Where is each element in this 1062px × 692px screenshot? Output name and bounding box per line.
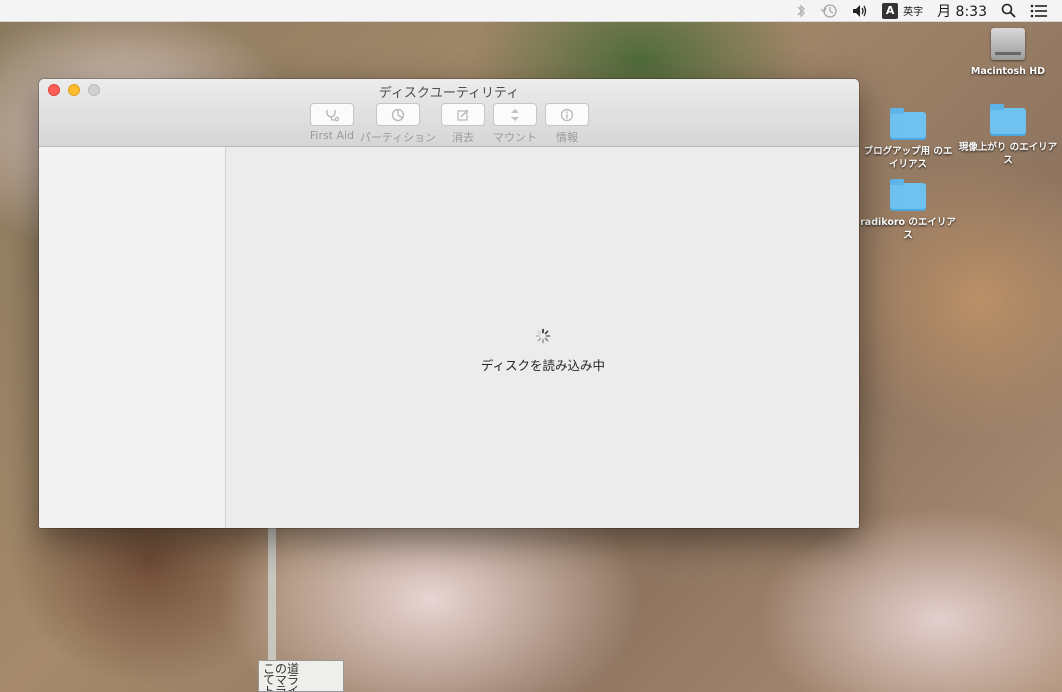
menu-bar: A 英字 月 8:33 — [0, 0, 1062, 22]
desktop-icon-label: 現像上がり のエイリアス — [958, 142, 1058, 166]
erase-icon — [441, 103, 485, 126]
main-content: ディスクを読み込み中 — [227, 147, 859, 528]
disk-utility-window: ディスクユーティリティ First Aid パーティション 消去 マウント 情報… — [39, 79, 859, 528]
toolbar-label: 情報 — [556, 131, 578, 144]
time-machine-icon[interactable] — [820, 0, 838, 22]
toolbar: First Aid パーティション 消去 マウント 情報 — [39, 103, 859, 145]
desktop-icon-radikoro-alias[interactable]: radikoro のエイリアス — [860, 179, 956, 242]
erase-button[interactable]: 消去 — [441, 103, 485, 145]
search-icon[interactable] — [1001, 0, 1016, 22]
desktop-icon-label: Macintosh HD — [970, 66, 1046, 77]
input-source-menu[interactable]: A 英字 — [882, 0, 923, 22]
desktop-icon-label: radikoro のエイリアス — [860, 217, 956, 241]
stethoscope-icon — [310, 103, 354, 126]
sidebar[interactable] — [39, 147, 226, 528]
partition-button[interactable]: パーティション — [357, 103, 439, 145]
folder-icon — [890, 179, 926, 211]
info-button[interactable]: 情報 — [545, 103, 589, 145]
window-title: ディスクユーティリティ — [378, 86, 520, 101]
menubar-clock[interactable]: 月 8:33 — [937, 0, 987, 22]
folder-icon — [990, 104, 1026, 136]
desktop-icon-genzo-alias[interactable]: 現像上がり のエイリアス — [958, 104, 1058, 167]
first-aid-button[interactable]: First Aid — [304, 103, 360, 142]
toolbar-label: マウント — [493, 131, 537, 144]
wallpaper-signpost — [268, 528, 276, 668]
partition-icon — [376, 103, 420, 126]
input-source-label: 英字 — [903, 7, 924, 18]
toolbar-label: パーティション — [359, 131, 437, 144]
bluetooth-icon[interactable] — [796, 0, 806, 22]
loading-status-text: ディスクを読み込み中 — [480, 358, 606, 373]
input-source-badge: A — [882, 2, 899, 19]
toolbar-label: 消去 — [452, 131, 474, 144]
list-icon[interactable] — [1030, 0, 1048, 22]
volume-icon[interactable] — [852, 0, 868, 22]
mount-icon — [493, 103, 537, 126]
desktop-icon-macintosh-hd[interactable]: Macintosh HD — [966, 28, 1050, 78]
info-icon — [545, 103, 589, 126]
hard-drive-icon — [991, 28, 1025, 60]
loading-spinner-icon — [535, 328, 551, 348]
mount-button[interactable]: マウント — [491, 103, 539, 145]
wallpaper-sign: この道 てマラ トライ — [258, 660, 344, 692]
desktop-icon-label: ブログアップ用 のエイリアス — [863, 146, 953, 170]
toolbar-label: First Aid — [309, 129, 355, 142]
folder-icon — [890, 108, 926, 140]
window-titlebar: ディスクユーティリティ First Aid パーティション 消去 マウント 情報 — [39, 79, 859, 147]
desktop-icon-blog-alias[interactable]: ブログアップ用 のエイリアス — [860, 108, 956, 171]
